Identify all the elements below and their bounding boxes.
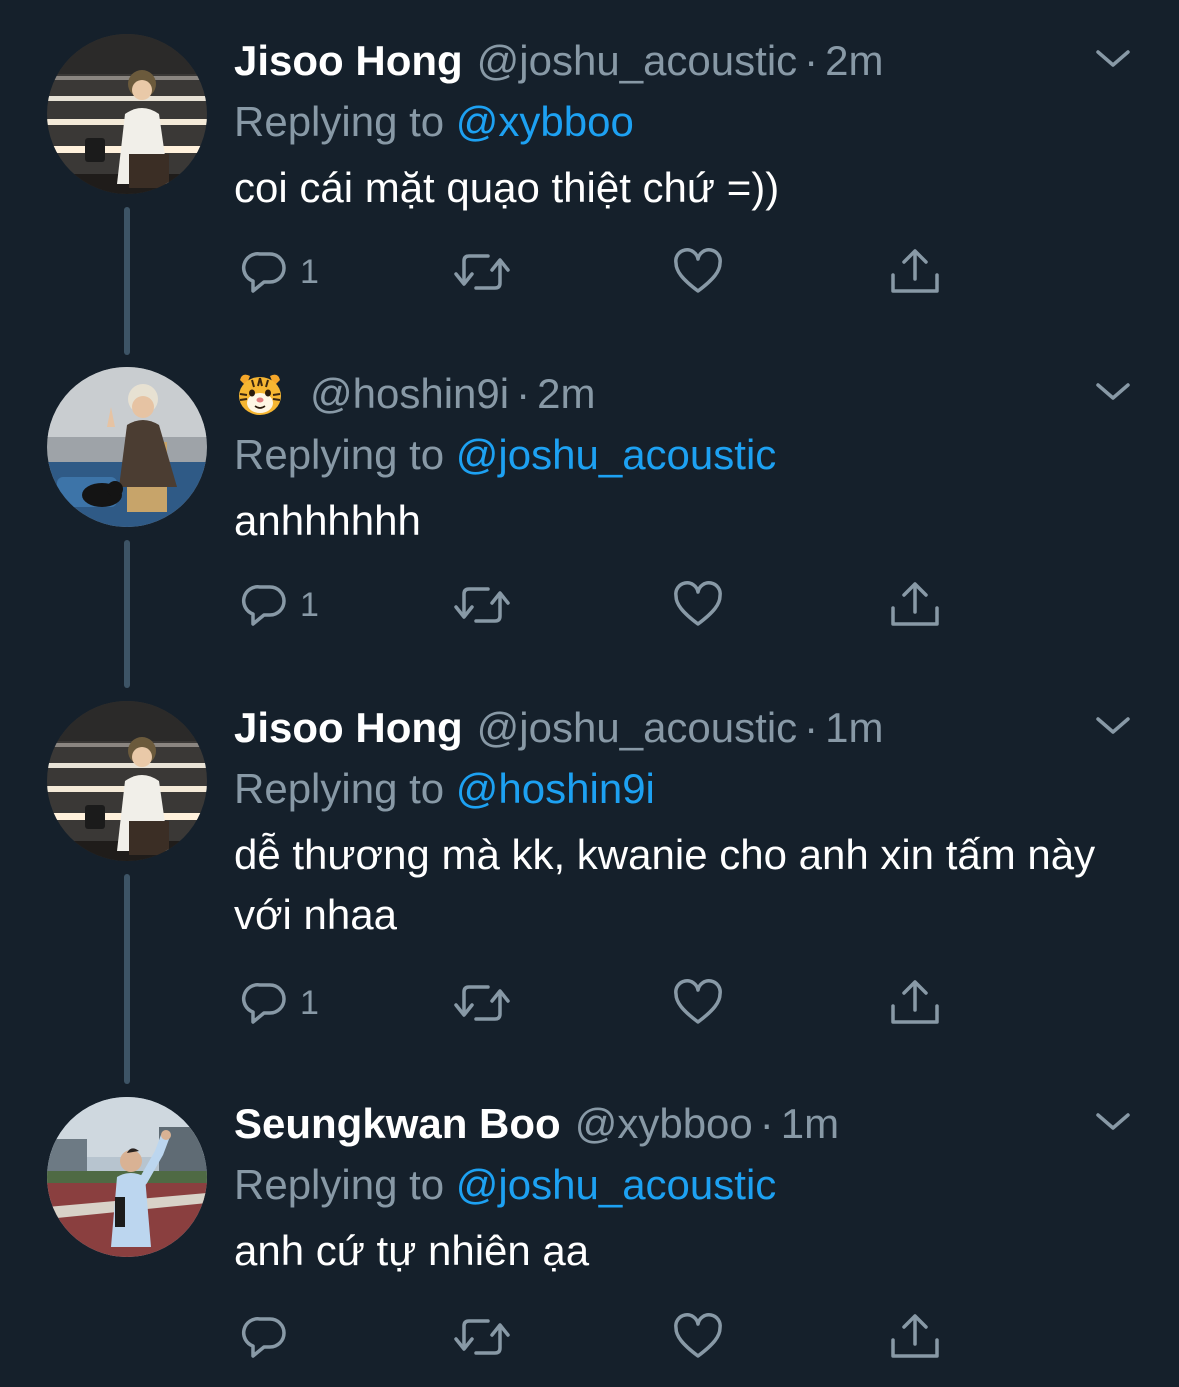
tweet-header: Jisoo Hong @joshu_acoustic · 2m bbox=[234, 37, 884, 85]
action-bar: 1 bbox=[234, 242, 954, 302]
thread-connector bbox=[124, 540, 130, 688]
display-name[interactable]: Jisoo Hong bbox=[234, 704, 463, 752]
user-handle[interactable]: @joshu_acoustic bbox=[477, 37, 797, 85]
tweet-text: coi cái mặt quạo thiệt chứ =)) bbox=[234, 164, 780, 211]
reply-icon bbox=[241, 252, 286, 293]
avatar-photo-seungkwan bbox=[47, 1097, 207, 1257]
thread-connector bbox=[124, 207, 130, 355]
tweet-text: anh cứ tự nhiên ạa bbox=[234, 1227, 590, 1274]
like-icon bbox=[674, 248, 722, 293]
avatar[interactable] bbox=[47, 701, 207, 861]
share-icon bbox=[891, 980, 939, 1024]
share-icon bbox=[891, 582, 939, 626]
reply-button[interactable]: 1 bbox=[240, 242, 319, 302]
chevron-down-icon[interactable] bbox=[1092, 375, 1134, 407]
avatar-photo-hoshi bbox=[47, 367, 207, 527]
reply-icon bbox=[241, 983, 286, 1024]
retweet-button[interactable] bbox=[452, 1307, 512, 1367]
replying-to-label: Replying to bbox=[234, 1161, 445, 1208]
reply-count: 1 bbox=[300, 983, 319, 1022]
avatar-photo-jisoo bbox=[47, 701, 207, 861]
like-icon bbox=[674, 1313, 722, 1358]
replying-to-label: Replying to bbox=[234, 765, 445, 812]
tweet-thread: Jisoo Hong @joshu_acoustic · 2m Replying… bbox=[0, 0, 1179, 1387]
like-button[interactable] bbox=[672, 575, 724, 635]
retweet-icon bbox=[454, 1319, 510, 1355]
retweet-icon bbox=[454, 254, 510, 290]
like-button[interactable] bbox=[672, 242, 724, 302]
replying-to: Replying to @joshu_acoustic bbox=[234, 1161, 776, 1209]
replying-to-label: Replying to bbox=[234, 98, 445, 145]
avatar-photo-jisoo bbox=[47, 34, 207, 194]
retweet-button[interactable] bbox=[452, 973, 512, 1033]
reply-icon bbox=[241, 585, 286, 626]
replying-to-label: Replying to bbox=[234, 431, 445, 478]
action-bar: 1 bbox=[234, 575, 954, 635]
action-bar bbox=[234, 1307, 954, 1367]
replying-to: Replying to @hoshin9i bbox=[234, 765, 655, 813]
share-button[interactable] bbox=[888, 1307, 942, 1367]
display-name[interactable]: Seungkwan Boo bbox=[234, 1100, 561, 1148]
tiger-face-emoji bbox=[239, 374, 281, 415]
replying-to: Replying to @xybboo bbox=[234, 98, 634, 146]
user-handle[interactable]: @joshu_acoustic bbox=[477, 704, 797, 752]
like-icon bbox=[674, 979, 722, 1024]
separator: · bbox=[804, 704, 819, 751]
tweet-text: dễ thương mà kk, kwanie cho anh xin tấm … bbox=[234, 831, 1096, 938]
reply-count: 1 bbox=[300, 252, 319, 291]
mention-link[interactable]: @xybboo bbox=[456, 98, 634, 145]
reply-count: 1 bbox=[300, 585, 319, 624]
share-button[interactable] bbox=[888, 973, 942, 1033]
tweet-header: Seungkwan Boo @xybboo · 1m bbox=[234, 1100, 839, 1148]
user-handle[interactable]: @hoshin9i bbox=[310, 370, 509, 418]
thread-connector bbox=[124, 874, 130, 1084]
action-bar: 1 bbox=[234, 973, 954, 1033]
retweet-button[interactable] bbox=[452, 575, 512, 635]
chevron-down-icon[interactable] bbox=[1092, 1105, 1134, 1137]
retweet-icon bbox=[454, 985, 510, 1021]
reply-icon bbox=[241, 1317, 286, 1358]
replying-to: Replying to @joshu_acoustic bbox=[234, 431, 776, 479]
mention-link[interactable]: @joshu_acoustic bbox=[456, 1161, 776, 1208]
avatar[interactable] bbox=[47, 367, 207, 527]
timestamp[interactable]: 1m bbox=[781, 1100, 839, 1148]
like-button[interactable] bbox=[672, 1307, 724, 1367]
mention-link[interactable]: @joshu_acoustic bbox=[456, 431, 776, 478]
avatar[interactable] bbox=[47, 1097, 207, 1257]
share-icon bbox=[891, 1314, 939, 1358]
user-handle[interactable]: @xybboo bbox=[575, 1100, 753, 1148]
display-name[interactable] bbox=[234, 370, 286, 418]
timestamp[interactable]: 2m bbox=[537, 370, 595, 418]
retweet-button[interactable] bbox=[452, 242, 512, 302]
mention-link[interactable]: @hoshin9i bbox=[456, 765, 655, 812]
share-icon bbox=[891, 249, 939, 293]
display-name[interactable]: Jisoo Hong bbox=[234, 37, 463, 85]
separator: · bbox=[759, 1100, 774, 1147]
tweet-header: @hoshin9i · 2m bbox=[234, 370, 595, 418]
avatar[interactable] bbox=[47, 34, 207, 194]
timestamp[interactable]: 1m bbox=[825, 704, 883, 752]
share-button[interactable] bbox=[888, 242, 942, 302]
chevron-down-icon[interactable] bbox=[1092, 42, 1134, 74]
tweet-header: Jisoo Hong @joshu_acoustic · 1m bbox=[234, 704, 884, 752]
separator: · bbox=[516, 370, 531, 417]
timestamp[interactable]: 2m bbox=[825, 37, 883, 85]
like-button[interactable] bbox=[672, 973, 724, 1033]
reply-button[interactable]: 1 bbox=[240, 575, 319, 635]
reply-button[interactable] bbox=[240, 1307, 300, 1367]
chevron-down-icon[interactable] bbox=[1092, 709, 1134, 741]
tweet-text: anhhhhhh bbox=[234, 497, 421, 544]
share-button[interactable] bbox=[888, 575, 942, 635]
reply-button[interactable]: 1 bbox=[240, 973, 319, 1033]
retweet-icon bbox=[454, 587, 510, 623]
like-icon bbox=[674, 581, 722, 626]
separator: · bbox=[804, 37, 819, 84]
